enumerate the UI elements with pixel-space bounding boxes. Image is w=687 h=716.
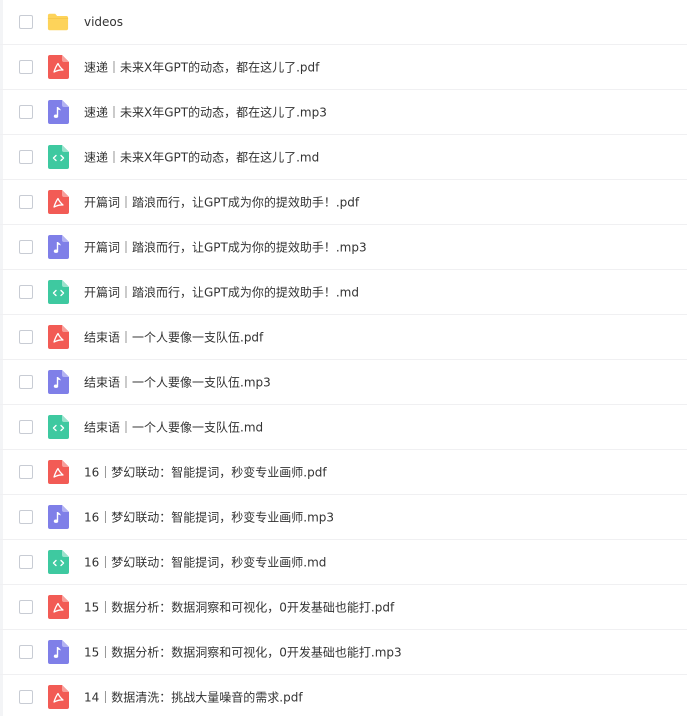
music-note-icon — [47, 370, 69, 394]
row-checkbox[interactable] — [19, 150, 33, 164]
row-checkbox[interactable] — [19, 555, 33, 569]
file-name[interactable]: 开篇词｜踏浪而行，让GPT成为你的提效助手！.pdf — [84, 194, 359, 211]
row-checkbox[interactable] — [19, 420, 33, 434]
row-checkbox[interactable] — [19, 285, 33, 299]
file-name[interactable]: 结束语｜一个人要像一支队伍.md — [84, 419, 263, 436]
music-note-icon — [47, 235, 69, 259]
row-checkbox[interactable] — [19, 330, 33, 344]
file-row[interactable]: 16｜梦幻联动：智能提词，秒变专业画师.md — [0, 540, 687, 585]
code-icon — [47, 280, 69, 304]
file-name[interactable]: 14｜数据清洗：挑战大量噪音的需求.pdf — [84, 689, 303, 706]
file-name[interactable]: 16｜梦幻联动：智能提词，秒变专业画师.pdf — [84, 464, 327, 481]
pdf-icon — [47, 685, 69, 709]
music-note-icon — [47, 640, 69, 664]
row-checkbox[interactable] — [19, 375, 33, 389]
music-note-icon — [47, 505, 69, 529]
pdf-icon — [47, 460, 69, 484]
file-row[interactable]: 结束语｜一个人要像一支队伍.mp3 — [0, 360, 687, 405]
file-name[interactable]: 结束语｜一个人要像一支队伍.mp3 — [84, 374, 271, 391]
file-name[interactable]: 15｜数据分析：数据洞察和可视化，0开发基础也能打.pdf — [84, 599, 394, 616]
file-row[interactable]: 15｜数据分析：数据洞察和可视化，0开发基础也能打.pdf — [0, 585, 687, 630]
file-row[interactable]: 开篇词｜踏浪而行，让GPT成为你的提效助手！.mp3 — [0, 225, 687, 270]
file-row[interactable]: 15｜数据分析：数据洞察和可视化，0开发基础也能打.mp3 — [0, 630, 687, 675]
code-icon — [47, 415, 69, 439]
row-checkbox[interactable] — [19, 600, 33, 614]
row-checkbox[interactable] — [19, 690, 33, 704]
folder-icon — [47, 10, 69, 34]
pdf-icon — [47, 595, 69, 619]
file-row[interactable]: 结束语｜一个人要像一支队伍.pdf — [0, 315, 687, 360]
music-note-icon — [47, 100, 69, 124]
file-row[interactable]: 开篇词｜踏浪而行，让GPT成为你的提效助手！.md — [0, 270, 687, 315]
file-name[interactable]: 速递｜未来X年GPT的动态，都在这儿了.md — [84, 149, 319, 166]
file-list: videos 速递｜未来X年GPT的动态，都在这儿了.pdf 速递｜未来X年GPT的… — [0, 0, 687, 716]
file-name[interactable]: 开篇词｜踏浪而行，让GPT成为你的提效助手！.md — [84, 284, 359, 301]
file-row[interactable]: 16｜梦幻联动：智能提词，秒变专业画师.mp3 — [0, 495, 687, 540]
pdf-icon — [47, 325, 69, 349]
row-checkbox[interactable] — [19, 195, 33, 209]
file-row[interactable]: videos — [0, 0, 687, 45]
row-checkbox[interactable] — [19, 510, 33, 524]
file-row[interactable]: 速递｜未来X年GPT的动态，都在这儿了.mp3 — [0, 90, 687, 135]
row-checkbox[interactable] — [19, 645, 33, 659]
row-checkbox[interactable] — [19, 60, 33, 74]
file-row[interactable]: 速递｜未来X年GPT的动态，都在这儿了.pdf — [0, 45, 687, 90]
file-row[interactable]: 结束语｜一个人要像一支队伍.md — [0, 405, 687, 450]
row-checkbox[interactable] — [19, 15, 33, 29]
file-name[interactable]: 速递｜未来X年GPT的动态，都在这儿了.mp3 — [84, 104, 327, 121]
code-icon — [47, 145, 69, 169]
file-name[interactable]: 16｜梦幻联动：智能提词，秒变专业画师.md — [84, 554, 326, 571]
file-name[interactable]: 开篇词｜踏浪而行，让GPT成为你的提效助手！.mp3 — [84, 239, 367, 256]
row-checkbox[interactable] — [19, 465, 33, 479]
pdf-icon — [47, 55, 69, 79]
code-icon — [47, 550, 69, 574]
row-checkbox[interactable] — [19, 240, 33, 254]
file-row[interactable]: 开篇词｜踏浪而行，让GPT成为你的提效助手！.pdf — [0, 180, 687, 225]
file-name[interactable]: 速递｜未来X年GPT的动态，都在这儿了.pdf — [84, 59, 319, 76]
row-checkbox[interactable] — [19, 105, 33, 119]
pdf-icon — [47, 190, 69, 214]
file-row[interactable]: 16｜梦幻联动：智能提词，秒变专业画师.pdf — [0, 450, 687, 495]
file-row[interactable]: 14｜数据清洗：挑战大量噪音的需求.pdf — [0, 675, 687, 716]
file-name[interactable]: 结束语｜一个人要像一支队伍.pdf — [84, 329, 263, 346]
file-row[interactable]: 速递｜未来X年GPT的动态，都在这儿了.md — [0, 135, 687, 180]
file-name[interactable]: 16｜梦幻联动：智能提词，秒变专业画师.mp3 — [84, 509, 334, 526]
file-name[interactable]: videos — [84, 15, 123, 29]
file-name[interactable]: 15｜数据分析：数据洞察和可视化，0开发基础也能打.mp3 — [84, 644, 402, 661]
